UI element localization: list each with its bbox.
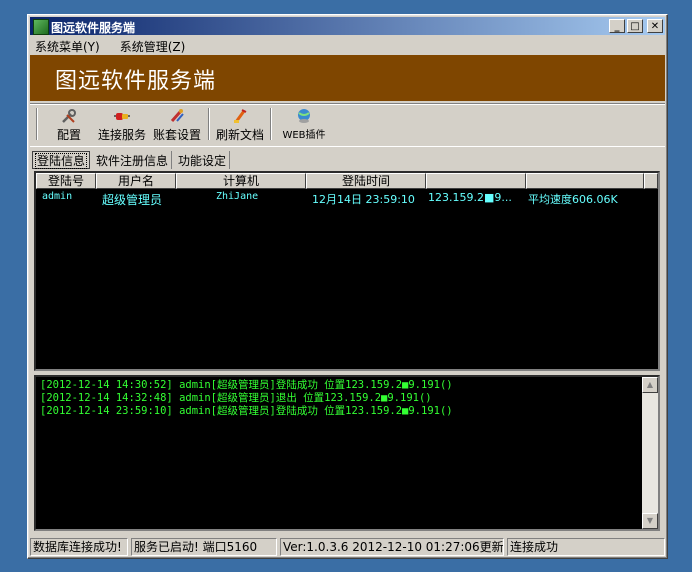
arrow-down-icon: ▼ — [646, 516, 654, 525]
web-plugin-button[interactable]: WEB插件 — [280, 108, 328, 142]
arrow-up-icon: ▲ — [646, 380, 654, 389]
close-icon: ✕ — [650, 21, 660, 32]
minimize-icon: _ — [614, 21, 620, 32]
column-header-computer[interactable]: 计算机 — [176, 173, 306, 189]
minimize-button[interactable]: _ — [609, 19, 625, 33]
cell-login-id: admin — [42, 191, 73, 202]
status-connection: 连接成功 — [507, 538, 665, 556]
column-header-filler — [644, 173, 658, 189]
toolbar-separator — [270, 108, 272, 140]
column-header-login-time[interactable]: 登陆时间 — [306, 173, 426, 189]
log-scrollbar[interactable]: ▲ ▼ — [642, 377, 658, 529]
log-line: [2012-12-14 14:32:48] admin[超级管理员]退出 位置1… — [40, 392, 432, 404]
cell-username: 超级管理员 — [102, 193, 163, 207]
table-row[interactable]: admin 超级管理员 ZhiJane 12月14日 23:59:10 123.… — [36, 191, 658, 207]
scroll-down-button[interactable]: ▼ — [642, 513, 658, 529]
column-header-username[interactable]: 用户名 — [96, 173, 176, 189]
menu-bar: 系统菜单(Y) 系统管理(Z) — [32, 37, 188, 55]
connect-icon — [113, 108, 131, 124]
status-database: 数据库连接成功! — [30, 538, 128, 556]
window-title: 图远软件服务端 — [51, 21, 136, 35]
refresh-doc-icon — [231, 108, 249, 124]
app-icon — [33, 19, 49, 35]
cell-computer: ZhiJane — [216, 191, 259, 202]
toolbar-separator — [36, 108, 38, 140]
banner: 图远软件服务端 — [30, 55, 665, 101]
log-line: [2012-12-14 23:59:10] admin[超级管理员]登陆成功 位… — [40, 405, 453, 417]
title-bar[interactable]: 图远软件服务端 _ □ ✕ — [30, 17, 665, 35]
scroll-up-button[interactable]: ▲ — [642, 377, 658, 393]
cell-speed: 平均速度606.06K — [528, 193, 618, 206]
account-settings-button[interactable]: 账套设置 — [152, 108, 202, 142]
status-bar: 数据库连接成功! 服务已启动! 端口5160 Ver:1.0.3.6 2012-… — [30, 538, 665, 556]
account-icon — [168, 108, 186, 124]
log-panel[interactable]: [2012-12-14 14:30:52] admin[超级管理员]登陆成功 位… — [34, 375, 660, 531]
globe-icon — [295, 108, 313, 124]
log-line: [2012-12-14 14:30:52] admin[超级管理员]登陆成功 位… — [40, 379, 453, 391]
menu-system[interactable]: 系统菜单(Y) — [32, 37, 103, 55]
tab-function-settings[interactable]: 功能设定 — [175, 151, 231, 169]
connect-service-button[interactable]: 连接服务 — [96, 108, 148, 142]
status-service: 服务已启动! 端口5160 — [131, 538, 277, 556]
list-header: 登陆号 用户名 计算机 登陆时间 — [36, 173, 658, 189]
toolbar: 配置 连接服务 账套设置 刷新文档 WEB插件 — [30, 103, 665, 147]
tab-login-info[interactable]: 登陆信息 — [32, 151, 91, 169]
tab-registration-info[interactable]: 软件注册信息 — [93, 151, 173, 169]
tools-icon — [60, 108, 78, 124]
banner-title: 图远软件服务端 — [55, 69, 217, 94]
toolbar-separator — [208, 108, 210, 140]
maximize-button[interactable]: □ — [627, 19, 643, 33]
status-version: Ver:1.0.3.6 2012-12-10 01:27:06更新 — [280, 538, 504, 556]
main-window: 图远软件服务端 _ □ ✕ 系统菜单(Y) 系统管理(Z) 图远软件服务端 配置… — [27, 14, 668, 559]
config-button[interactable]: 配置 — [52, 108, 86, 142]
log-lines: [2012-12-14 14:30:52] admin[超级管理员]登陆成功 位… — [40, 379, 638, 418]
menu-management[interactable]: 系统管理(Z) — [117, 37, 189, 55]
close-button[interactable]: ✕ — [647, 19, 663, 33]
tab-strip: 登陆信息 软件注册信息 功能设定 — [32, 151, 233, 169]
column-header-address[interactable] — [426, 173, 526, 189]
cell-address: 123.159.2■9... — [428, 191, 512, 204]
maximize-icon: □ — [630, 21, 640, 32]
login-list[interactable]: 登陆号 用户名 计算机 登陆时间 admin 超级管理员 ZhiJane 12月… — [34, 171, 660, 371]
column-header-speed[interactable] — [526, 173, 644, 189]
column-header-login-id[interactable]: 登陆号 — [36, 173, 96, 189]
refresh-docs-button[interactable]: 刷新文档 — [214, 108, 266, 142]
cell-login-time: 12月14日 23:59:10 — [312, 193, 415, 206]
